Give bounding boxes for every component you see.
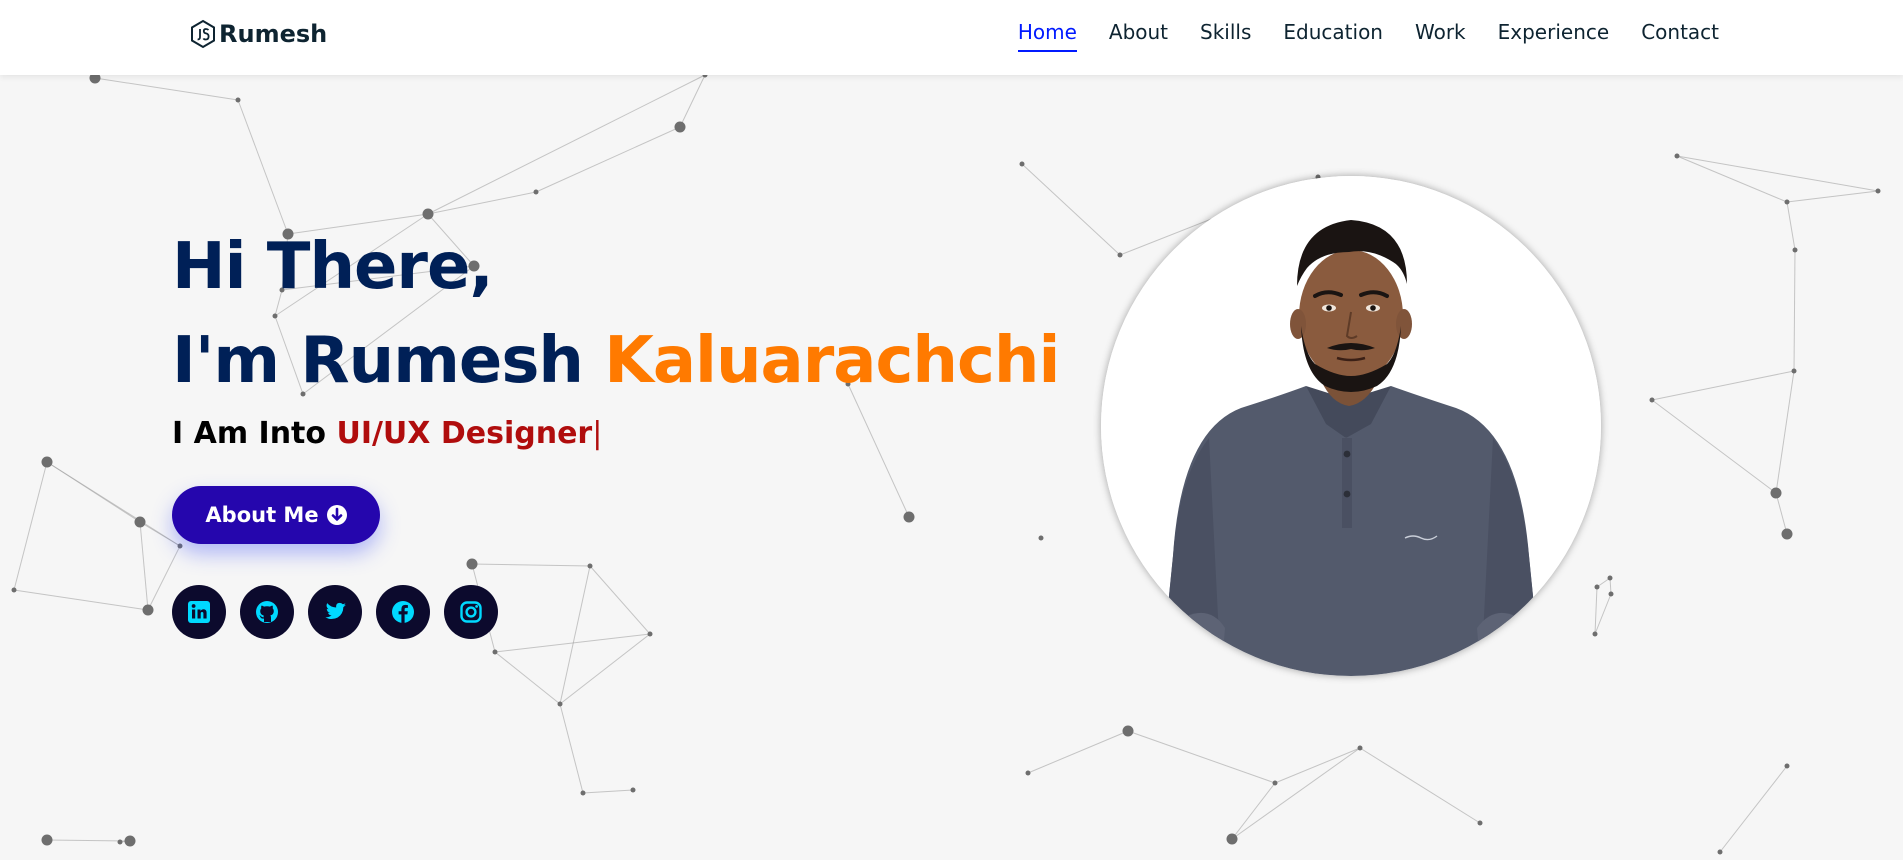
intro-role: UI/UX Designer bbox=[336, 416, 593, 451]
nav-link-contact[interactable]: Contact bbox=[1641, 20, 1719, 50]
intro-prefix: I Am Into bbox=[172, 416, 337, 451]
about-me-button-label: About Me bbox=[205, 503, 319, 527]
js-hexagon-icon bbox=[189, 19, 217, 49]
github-icon bbox=[256, 601, 278, 623]
social-links bbox=[172, 585, 498, 639]
greeting-surname: Kaluarachchi bbox=[604, 324, 1060, 398]
social-github[interactable] bbox=[240, 585, 294, 639]
facebook-icon bbox=[392, 601, 414, 623]
greeting-name-prefix: I'm Rumesh bbox=[172, 324, 605, 398]
hero-heading: Hi There, I'm Rumesh Kaluarachchi bbox=[172, 220, 1060, 408]
hero-section: Hi There, I'm Rumesh Kaluarachchi I Am I… bbox=[172, 220, 1060, 451]
social-linkedin[interactable] bbox=[172, 585, 226, 639]
greeting-line-1: Hi There, bbox=[172, 230, 494, 304]
nav-menu: Home About Skills Education Work Experie… bbox=[1017, 20, 1719, 52]
nav-link-about[interactable]: About bbox=[1109, 20, 1168, 50]
typing-caret: | bbox=[592, 416, 603, 451]
social-twitter[interactable] bbox=[308, 585, 362, 639]
nav-link-home[interactable]: Home bbox=[1017, 20, 1077, 52]
nav-link-education[interactable]: Education bbox=[1283, 20, 1383, 50]
brand-logo[interactable]: Rumesh bbox=[189, 17, 327, 51]
nav-link-work[interactable]: Work bbox=[1415, 20, 1466, 50]
navbar: Rumesh Home About Skills Education Work … bbox=[0, 0, 1903, 75]
nav-link-skills[interactable]: Skills bbox=[1200, 20, 1251, 50]
typing-intro: I Am Into UI/UX Designer| bbox=[172, 416, 1059, 451]
profile-photo-illustration bbox=[1101, 176, 1601, 676]
social-facebook[interactable] bbox=[376, 585, 430, 639]
nav-link-experience[interactable]: Experience bbox=[1498, 20, 1610, 50]
about-me-button[interactable]: About Me bbox=[172, 486, 380, 544]
brand-name: Rumesh bbox=[219, 20, 328, 48]
profile-photo bbox=[1101, 176, 1601, 676]
arrow-circle-down-icon bbox=[326, 505, 347, 525]
linkedin-icon bbox=[188, 601, 210, 623]
twitter-icon bbox=[325, 602, 346, 619]
instagram-icon bbox=[460, 601, 482, 623]
social-instagram[interactable] bbox=[444, 585, 498, 639]
